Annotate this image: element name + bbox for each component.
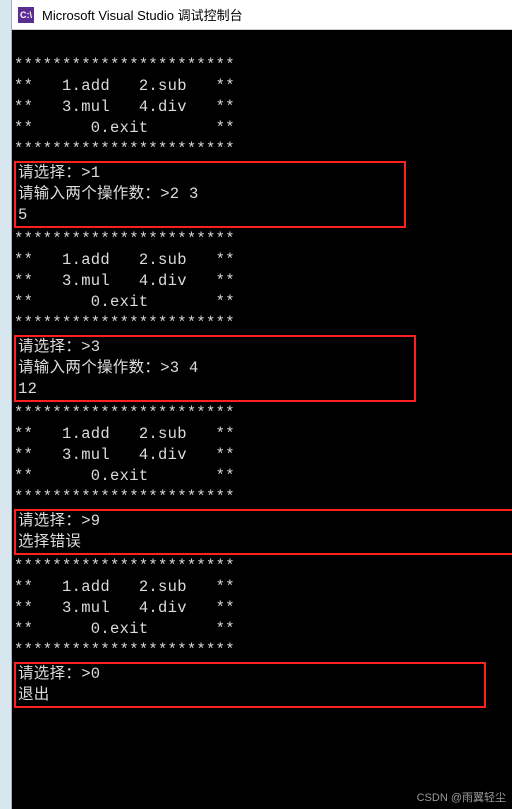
prompt-choice: 请选择：>9 — [18, 511, 512, 532]
menu-border: *********************** — [14, 314, 235, 332]
debug-console[interactable]: *********************** ** 1.add 2.sub *… — [12, 30, 512, 809]
session-4-highlight: 请选择：>0退出 — [14, 662, 486, 708]
menu-border: *********************** — [14, 56, 235, 74]
session-3-highlight: 请选择：>9选择错误 — [14, 509, 512, 555]
prompt-operands: 请输入两个操作数：>3 4 — [18, 358, 412, 379]
menu-row-2: ** 3.mul 4.div ** — [14, 272, 235, 290]
menu-border: *********************** — [14, 230, 235, 248]
prompt-operands: 请输入两个操作数：>2 3 — [18, 184, 402, 205]
prompt-choice: 请选择：>0 — [18, 664, 482, 685]
menu-row-2: ** 3.mul 4.div ** — [14, 446, 235, 464]
menu-row-1: ** 1.add 2.sub ** — [14, 251, 235, 269]
menu-row-3: ** 0.exit ** — [14, 293, 235, 311]
exit-msg: 退出 — [18, 685, 482, 706]
menu-row-2: ** 3.mul 4.div ** — [14, 599, 235, 617]
menu-row-3: ** 0.exit ** — [14, 620, 235, 638]
error-msg: 选择错误 — [18, 532, 512, 553]
session-1-highlight: 请选择：>1请输入两个操作数：>2 35 — [14, 161, 406, 228]
menu-border: *********************** — [14, 140, 235, 158]
prompt-choice: 请选择：>1 — [18, 163, 402, 184]
left-gutter — [0, 0, 12, 809]
session-2-highlight: 请选择：>3请输入两个操作数：>3 412 — [14, 335, 416, 402]
vs-console-icon: C:\ — [18, 7, 34, 23]
menu-border: *********************** — [14, 488, 235, 506]
menu-row-1: ** 1.add 2.sub ** — [14, 425, 235, 443]
window-title: Microsoft Visual Studio 调试控制台 — [42, 5, 243, 24]
menu-row-3: ** 0.exit ** — [14, 467, 235, 485]
menu-row-1: ** 1.add 2.sub ** — [14, 77, 235, 95]
menu-row-1: ** 1.add 2.sub ** — [14, 578, 235, 596]
result: 12 — [18, 379, 412, 400]
prompt-choice: 请选择：>3 — [18, 337, 412, 358]
menu-border: *********************** — [14, 641, 235, 659]
menu-row-2: ** 3.mul 4.div ** — [14, 98, 235, 116]
menu-border: *********************** — [14, 557, 235, 575]
window-titlebar: C:\ Microsoft Visual Studio 调试控制台 — [12, 0, 512, 30]
menu-border: *********************** — [14, 404, 235, 422]
menu-row-3: ** 0.exit ** — [14, 119, 235, 137]
csdn-watermark: CSDN @雨翼轻尘 — [417, 789, 506, 805]
result: 5 — [18, 205, 402, 226]
